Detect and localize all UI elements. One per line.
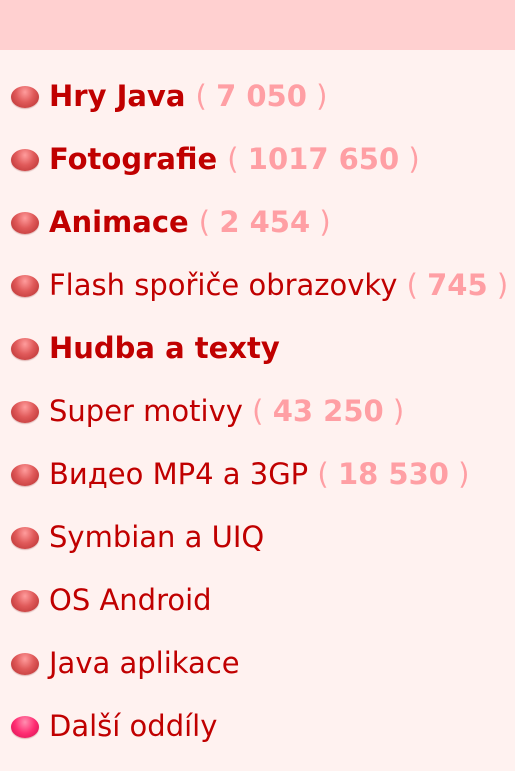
category-menu: Hry Java ( 7 050 ) Fotografie ( 1017 650… (0, 65, 515, 758)
bullet-icon (11, 589, 39, 612)
item-count: ( 2 454 ) (198, 205, 331, 239)
item-count: ( 18 530 ) (317, 457, 470, 491)
menu-item-fotografie[interactable]: Fotografie ( 1017 650 ) (0, 128, 515, 191)
pink-bullet-icon (11, 715, 39, 738)
header-bar (0, 0, 515, 50)
menu-link[interactable]: Hry Java ( 7 050 ) (49, 82, 327, 111)
menu-item-label: Fotografie (49, 142, 218, 176)
menu-item-label: Hry Java (49, 79, 186, 113)
menu-item-label: Видео MP4 a 3GP (49, 457, 309, 491)
menu-item-animace[interactable]: Animace ( 2 454 ) (0, 191, 515, 254)
bullet-icon (11, 274, 39, 297)
menu-item-label: Hudba a texty (49, 331, 280, 365)
menu-item-label: Animace (49, 205, 189, 239)
bullet-icon (11, 463, 39, 486)
bullet-icon (11, 400, 39, 423)
bullet-icon (11, 337, 39, 360)
menu-item-java-aplikace[interactable]: Java aplikace (0, 632, 515, 695)
menu-link[interactable]: Symbian a UIQ (49, 523, 264, 552)
menu-link[interactable]: Flash spořiče obrazovky ( 745 ) (49, 271, 508, 300)
menu-link[interactable]: Super motivy ( 43 250 ) (49, 397, 404, 426)
menu-item-label: Symbian a UIQ (49, 520, 265, 554)
menu-item-video-mp4-3gp[interactable]: Видео MP4 a 3GP ( 18 530 ) (0, 443, 515, 506)
bullet-icon (11, 211, 39, 234)
menu-link[interactable]: Java aplikace (49, 649, 240, 678)
menu-link[interactable]: OS Android (49, 586, 212, 615)
menu-item-hry-java[interactable]: Hry Java ( 7 050 ) (0, 65, 515, 128)
menu-link[interactable]: Animace ( 2 454 ) (49, 208, 331, 237)
item-count: ( 7 050 ) (195, 79, 328, 113)
menu-link[interactable]: Fotografie ( 1017 650 ) (49, 145, 420, 174)
item-count: ( 745 ) (406, 268, 509, 302)
bullet-icon (11, 652, 39, 675)
bullet-icon (11, 526, 39, 549)
item-count: ( 43 250 ) (252, 394, 405, 428)
menu-item-label: Java aplikace (49, 646, 240, 680)
menu-item-label: Další oddíly (49, 709, 218, 743)
menu-item-super-motivy[interactable]: Super motivy ( 43 250 ) (0, 380, 515, 443)
menu-item-os-android[interactable]: OS Android (0, 569, 515, 632)
menu-item-label: Flash spořiče obrazovky (49, 268, 398, 302)
menu-link[interactable]: Další oddíly (49, 712, 217, 741)
menu-link[interactable]: Видео MP4 a 3GP ( 18 530 ) (49, 460, 470, 489)
item-count: ( 1017 650 ) (227, 142, 420, 176)
menu-item-flash-screensavers[interactable]: Flash spořiče obrazovky ( 745 ) (0, 254, 515, 317)
menu-item-dalsi-oddily[interactable]: Další oddíly (0, 695, 515, 758)
menu-item-hudba-a-texty[interactable]: Hudba a texty (0, 317, 515, 380)
menu-item-label: OS Android (49, 583, 212, 617)
menu-item-label: Super motivy (49, 394, 243, 428)
menu-item-symbian-uiq[interactable]: Symbian a UIQ (0, 506, 515, 569)
bullet-icon (11, 148, 39, 171)
bullet-icon (11, 85, 39, 108)
menu-link[interactable]: Hudba a texty (49, 334, 280, 363)
